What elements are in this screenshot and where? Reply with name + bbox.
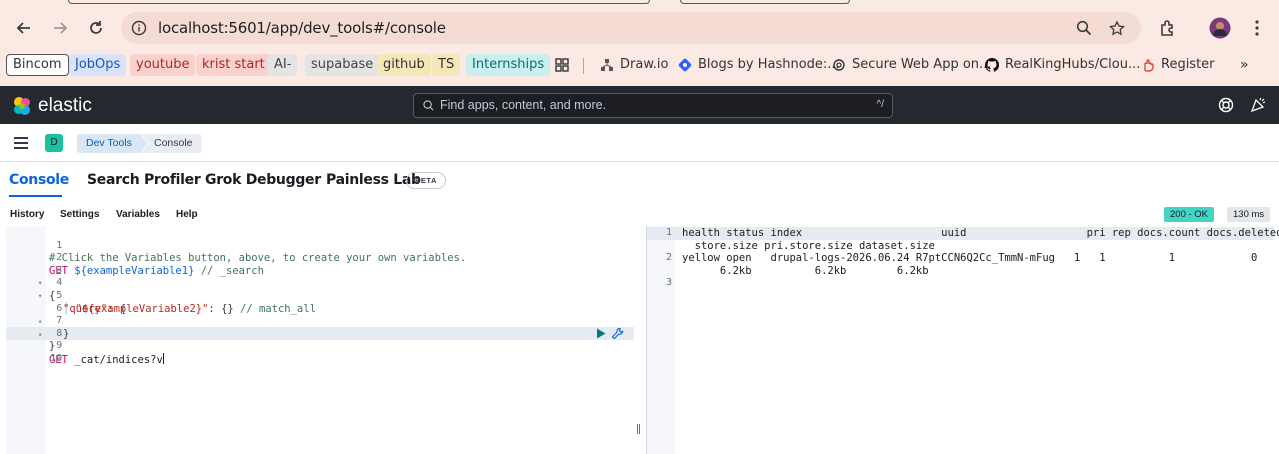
profile-avatar[interactable] (1208, 16, 1232, 40)
kibana-header: elastic Find apps, content, and more. ^/ (0, 86, 1279, 124)
active-line-highlight (6, 327, 634, 340)
zoom-icon[interactable] (1076, 20, 1092, 36)
bookmark-label: Register (1161, 57, 1215, 72)
browser-menu-icon[interactable] (1245, 16, 1269, 40)
drawio-icon (601, 59, 613, 71)
browser-tab-edge (680, 0, 850, 4)
dev-tools-tabs: Console Search Profiler Grok Debugger Pa… (0, 162, 1279, 198)
bookmark-ts[interactable]: TS (432, 54, 461, 76)
global-search-input[interactable]: Find apps, content, and more. ^/ (413, 93, 893, 118)
search-placeholder: Find apps, content, and more. (440, 98, 607, 112)
bookmark-bincom[interactable]: Bincom (6, 54, 69, 76)
request-editor[interactable]: 1 # Click the Variables button, above, t… (6, 226, 636, 454)
tab-search-profiler[interactable]: Search Profiler (87, 172, 201, 188)
elastic-logo-icon (14, 97, 30, 115)
back-icon[interactable] (12, 16, 36, 40)
elastic-logo[interactable]: elastic (12, 95, 92, 117)
bookmark-register[interactable]: Register (1137, 54, 1219, 76)
hamburger-menu-icon[interactable] (14, 137, 28, 149)
response-time-badge: 130 ms (1227, 207, 1271, 222)
openai-icon (833, 59, 845, 71)
bookmark-realkinghubs[interactable]: RealKingHubs/Clou... (981, 54, 1144, 76)
news-feed-icon[interactable] (1250, 97, 1266, 113)
bookmark-jobops[interactable]: JobOps (69, 54, 127, 76)
editor-line: 8 (56, 327, 63, 339)
editor-line: 6 ▴ } (38, 302, 70, 340)
bookmark-separator (583, 58, 584, 74)
breadcrumb-dev-tools[interactable]: Dev Tools (77, 134, 148, 153)
wrench-icon[interactable] (611, 327, 624, 340)
output-line: 6.2kb 6.2kb 6.2kb (682, 264, 929, 277)
bookmark-ai[interactable]: AI- (268, 54, 298, 76)
forward-icon[interactable] (48, 16, 72, 40)
play-icon[interactable] (596, 328, 606, 339)
reload-icon[interactable] (84, 16, 108, 40)
more-bookmarks-icon[interactable]: » (1236, 54, 1253, 76)
editor-line: 10 (50, 352, 63, 364)
hashnode-icon (678, 58, 692, 72)
help-lifebuoy-icon[interactable] (1218, 97, 1234, 113)
output-line: health status index uuid pri rep docs.co… (682, 227, 1279, 239)
settings-button[interactable]: Settings (60, 209, 99, 220)
tab-grok-debugger[interactable]: Grok Debugger (205, 172, 321, 188)
bookmarks-bar: Bincom JobOps youtube krist start AI- su… (0, 52, 1279, 80)
console-toolbar: History Settings Variables Help (0, 198, 1279, 226)
output-line-number: 1 (665, 227, 672, 238)
editor-line: 5 │ "${exampleVariable2}": {} // match_a… (56, 289, 316, 315)
bookmark-internships[interactable]: Internships (466, 54, 551, 76)
editor-line: 7 ▴ } (38, 315, 63, 353)
output-line: yellow open drupal-logs-2026.06.24 R7ptC… (682, 252, 1258, 265)
browser-tab-edge (68, 0, 650, 4)
bookmark-label: Draw.io (620, 57, 669, 72)
search-shortcut: ^/ (876, 99, 884, 110)
variables-button[interactable]: Variables (116, 209, 160, 220)
bookmark-drawio[interactable]: Draw.io (596, 54, 672, 76)
editor-line: 2 GET ${exampleVariable1} // _search (49, 252, 264, 277)
text-cursor (162, 352, 164, 364)
extensions-icon[interactable] (1156, 16, 1180, 40)
beta-badge: BETA (406, 172, 446, 189)
active-tab-indicator (9, 195, 62, 197)
breadcrumb-console: Console (141, 134, 202, 153)
site-info-icon[interactable] (131, 20, 147, 36)
bookmark-github[interactable]: github (377, 54, 431, 76)
history-button[interactable]: History (10, 209, 44, 220)
url-text: localhost:5601/app/dev_tools#/console (158, 19, 446, 37)
output-line-number: 3 (665, 277, 672, 289)
search-icon (423, 100, 434, 111)
logo-text: elastic (38, 95, 92, 116)
browser-chrome: localhost:5601/app/dev_tools#/console Bi… (0, 0, 1279, 86)
editor-line: 4 ▾ "query": { (38, 277, 127, 315)
breadcrumb: D Dev Tools Console (0, 124, 1279, 162)
tab-console[interactable]: Console (9, 172, 69, 188)
output-line: store.size pri.store.size dataset.size (682, 239, 935, 252)
editor-line: 9 GET _cat/indices?v (49, 340, 164, 366)
apps-grid-icon[interactable] (551, 54, 573, 76)
bookmark-krist-start[interactable]: krist start (196, 54, 271, 76)
hand-icon (1144, 59, 1154, 72)
bookmark-star-icon[interactable] (1109, 19, 1125, 36)
bookmark-secure-web-app[interactable]: Secure Web App on... (828, 54, 995, 76)
space-avatar[interactable]: D (45, 134, 63, 152)
response-output: 1 health status index uuid pri rep docs.… (647, 226, 1279, 454)
status-badge: 200 - OK (1164, 207, 1215, 222)
output-line-number: 2 (665, 252, 672, 264)
github-icon (985, 58, 999, 72)
bookmark-supabase[interactable]: supabase (305, 54, 380, 76)
bookmark-hashnode[interactable]: Blogs by Hashnode:... (674, 54, 844, 76)
help-button[interactable]: Help (176, 209, 198, 220)
editor-line: 1 # Click the Variables button, above, t… (49, 239, 467, 265)
panel-resize-handle[interactable] (637, 424, 640, 434)
editor-line: 3 ▾ { (38, 264, 63, 302)
address-bar[interactable]: localhost:5601/app/dev_tools#/console (121, 12, 1141, 44)
bookmark-label: RealKingHubs/Clou... (1005, 57, 1141, 72)
bookmark-label: Blogs by Hashnode:... (698, 57, 840, 72)
bookmark-label: Secure Web App on... (852, 57, 992, 72)
bookmark-youtube[interactable]: youtube (130, 54, 196, 76)
